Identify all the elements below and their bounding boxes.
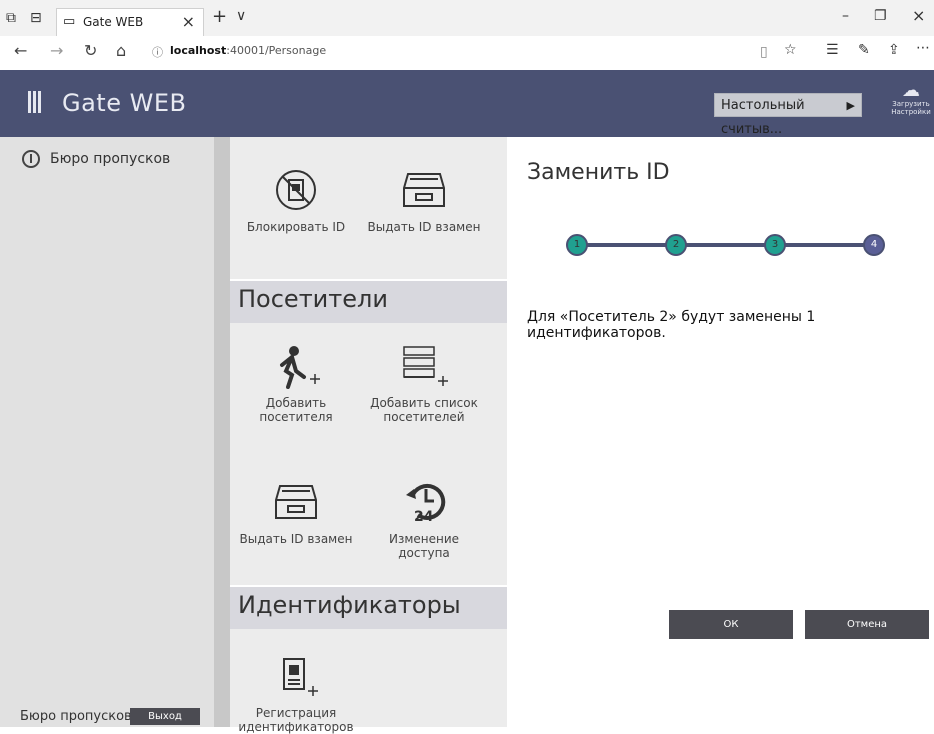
page-icon: ▭ <box>63 14 76 29</box>
tab-close-icon[interactable]: × <box>182 12 195 31</box>
pen-icon[interactable]: ✎ <box>858 42 870 58</box>
step-1: 1 <box>566 234 588 256</box>
exit-button[interactable]: Выход <box>130 708 200 725</box>
tile-register-ids[interactable]: Регистрация идентификаторов <box>236 650 356 734</box>
more-icon[interactable]: ⋯ <box>916 40 930 56</box>
section-header-visitors: Посетители <box>230 281 507 323</box>
step-3: 3 <box>764 234 786 256</box>
id-badge-add-icon <box>236 650 356 702</box>
tile-label: Блокировать ID <box>246 220 346 234</box>
clock-24-icon: 24 <box>364 476 484 528</box>
home-icon[interactable]: ⌂ <box>116 41 126 60</box>
upload-label-1: Загрузить <box>892 100 930 108</box>
cancel-button[interactable]: Отмена <box>805 610 929 639</box>
step-4: 4 <box>863 234 885 256</box>
sidebar <box>0 137 214 727</box>
sidebar-item-label: Бюро пропусков <box>50 151 171 167</box>
blocked-badge-icon <box>236 164 356 216</box>
upload-settings-button[interactable]: ☁ Загрузить Настройки <box>888 80 934 117</box>
desktop-reader-button[interactable]: Настольный считыв... ▶ <box>714 93 862 137</box>
step-2: 2 <box>665 234 687 256</box>
maximize-icon[interactable]: ❐ <box>874 8 887 24</box>
share-icon[interactable]: ⇪ <box>888 42 900 58</box>
walking-person-add-icon <box>236 340 356 392</box>
tile-change-access[interactable]: 24 Изменение доступа <box>364 476 484 560</box>
dialog-message: Для «Посетитель 2» будут заменены 1 иден… <box>527 309 816 341</box>
menu-icon[interactable] <box>28 91 42 113</box>
tile-add-visitor[interactable]: Добавить посетителя <box>236 340 356 424</box>
tile-label: Выдать ID взамен <box>239 532 353 546</box>
tile-label: Добавить посетителя <box>259 396 333 424</box>
ok-button[interactable]: ОК <box>669 610 793 639</box>
tile-label: Изменение доступа <box>388 532 460 560</box>
favorites-hub-icon[interactable]: ☰ <box>826 42 839 58</box>
back-icon[interactable]: ← <box>14 41 27 60</box>
tab-title: Gate WEB <box>83 15 144 29</box>
browser-tab[interactable]: ▭ Gate WEB × <box>56 8 204 36</box>
cloud-upload-icon: ☁ <box>902 80 920 101</box>
section-title-identifiers: Идентификаторы <box>238 591 461 619</box>
url-host: localhost <box>170 44 227 57</box>
tile-block-id[interactable]: Блокировать ID <box>236 164 356 234</box>
tile-label: Добавить список посетителей <box>370 396 478 424</box>
footer-label: Бюро пропусков <box>20 709 132 724</box>
tab-menu-icon[interactable]: ∨ <box>236 8 246 24</box>
refresh-icon[interactable]: ↻ <box>84 41 97 60</box>
dialog-title: Заменить ID <box>527 160 670 185</box>
section-header-identifiers: Идентификаторы <box>230 587 507 629</box>
forward-icon[interactable]: → <box>50 41 63 60</box>
tile-issue-id-replace[interactable]: Выдать ID взамен <box>364 164 484 234</box>
sidebar-item-pass-office[interactable]: Бюро пропусков <box>22 150 170 168</box>
card-tray-icon <box>364 164 484 216</box>
stepper-line <box>576 243 874 247</box>
section-title-visitors: Посетители <box>238 285 388 313</box>
reading-view-icon[interactable]: ▯ <box>760 44 768 60</box>
set-aside-tabs-icon[interactable]: ⊟ <box>30 10 42 26</box>
favorite-star-icon[interactable]: ☆ <box>784 42 797 58</box>
upload-label-2: Настройки <box>891 108 931 116</box>
panel-divider <box>214 137 230 727</box>
app-title: Gate WEB <box>62 89 187 117</box>
url-field[interactable]: localhost:40001/Personage <box>170 44 830 62</box>
card-tray-icon <box>236 476 356 528</box>
minimize-icon[interactable]: – <box>842 8 849 24</box>
visitor-list-add-icon <box>364 340 484 392</box>
url-path: :40001/Personage <box>226 44 327 57</box>
tile-issue-id-replace-2[interactable]: Выдать ID взамен <box>236 476 356 546</box>
tile-label: Регистрация идентификаторов <box>238 706 354 734</box>
window-close-icon[interactable]: × <box>912 6 925 25</box>
play-arrow-icon: ▶ <box>846 99 855 112</box>
new-tab-icon[interactable]: + <box>212 6 227 27</box>
info-icon[interactable]: ⓘ <box>152 44 163 60</box>
tile-label: Выдать ID взамен <box>367 220 481 234</box>
svg-text:24: 24 <box>414 509 434 525</box>
clock-icon <box>22 150 40 168</box>
tab-actions-icon[interactable]: ⧉ <box>6 10 16 26</box>
tile-add-visitor-list[interactable]: Добавить список посетителей <box>364 340 484 424</box>
